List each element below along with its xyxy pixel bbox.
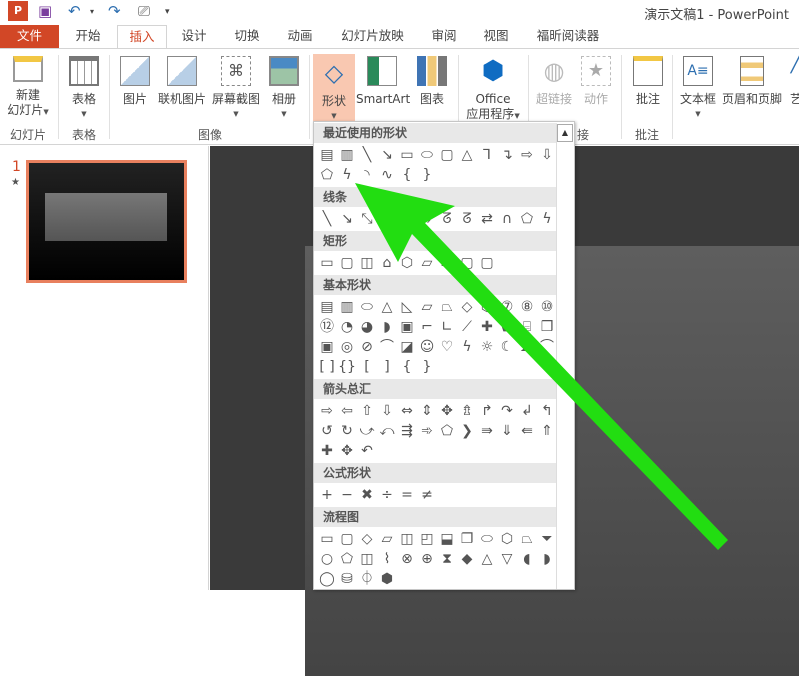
green-arrow-shape xyxy=(355,183,728,550)
annotation-arrow xyxy=(355,183,728,550)
